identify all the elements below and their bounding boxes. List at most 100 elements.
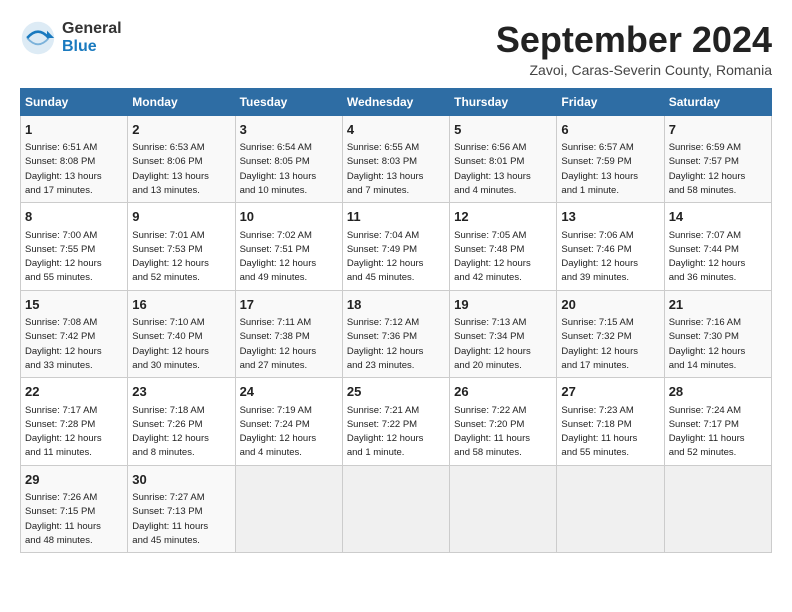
calendar-table: SundayMondayTuesdayWednesdayThursdayFrid… bbox=[20, 88, 772, 554]
day-number: 4 bbox=[347, 120, 445, 140]
cell-content: 10Sunrise: 7:02 AMSunset: 7:51 PMDayligh… bbox=[240, 207, 338, 286]
cell-line: and 58 minutes. bbox=[454, 446, 552, 460]
cell-line: Sunset: 8:06 PM bbox=[132, 155, 230, 169]
calendar-week-row: 15Sunrise: 7:08 AMSunset: 7:42 PMDayligh… bbox=[21, 290, 772, 378]
calendar-cell: 1Sunrise: 6:51 AMSunset: 8:08 PMDaylight… bbox=[21, 115, 128, 203]
cell-line: and 1 minute. bbox=[347, 446, 445, 460]
cell-line: Daylight: 11 hours bbox=[561, 432, 659, 446]
day-number: 23 bbox=[132, 382, 230, 402]
cell-content: 29Sunrise: 7:26 AMSunset: 7:15 PMDayligh… bbox=[25, 470, 123, 549]
cell-line: and 20 minutes. bbox=[454, 359, 552, 373]
logo: General Blue bbox=[20, 20, 122, 56]
cell-content: 11Sunrise: 7:04 AMSunset: 7:49 PMDayligh… bbox=[347, 207, 445, 286]
cell-line: Sunrise: 7:05 AM bbox=[454, 229, 552, 243]
cell-line: Sunset: 7:30 PM bbox=[669, 330, 767, 344]
calendar-cell: 21Sunrise: 7:16 AMSunset: 7:30 PMDayligh… bbox=[664, 290, 771, 378]
cell-line: Daylight: 12 hours bbox=[669, 257, 767, 271]
cell-line: and 42 minutes. bbox=[454, 271, 552, 285]
calendar-header: SundayMondayTuesdayWednesdayThursdayFrid… bbox=[21, 88, 772, 115]
cell-line: Daylight: 12 hours bbox=[669, 170, 767, 184]
logo-blue: Blue bbox=[62, 38, 122, 56]
calendar-cell: 19Sunrise: 7:13 AMSunset: 7:34 PMDayligh… bbox=[450, 290, 557, 378]
month-title: September 2024 bbox=[496, 20, 772, 60]
calendar-cell: 11Sunrise: 7:04 AMSunset: 7:49 PMDayligh… bbox=[342, 203, 449, 291]
cell-line: and 17 minutes. bbox=[561, 359, 659, 373]
cell-line: and 45 minutes. bbox=[132, 534, 230, 548]
cell-line: Sunset: 7:40 PM bbox=[132, 330, 230, 344]
calendar-cell: 16Sunrise: 7:10 AMSunset: 7:40 PMDayligh… bbox=[128, 290, 235, 378]
cell-line: Sunrise: 7:11 AM bbox=[240, 316, 338, 330]
calendar-cell: 15Sunrise: 7:08 AMSunset: 7:42 PMDayligh… bbox=[21, 290, 128, 378]
cell-line: Daylight: 11 hours bbox=[25, 520, 123, 534]
cell-line: Sunset: 7:24 PM bbox=[240, 418, 338, 432]
cell-line: Daylight: 12 hours bbox=[132, 432, 230, 446]
cell-line: Sunset: 7:42 PM bbox=[25, 330, 123, 344]
logo-general: General bbox=[62, 20, 122, 38]
day-number: 6 bbox=[561, 120, 659, 140]
day-number: 21 bbox=[669, 295, 767, 315]
header-day: Friday bbox=[557, 88, 664, 115]
cell-line: Daylight: 13 hours bbox=[25, 170, 123, 184]
cell-line: and 23 minutes. bbox=[347, 359, 445, 373]
calendar-cell bbox=[342, 465, 449, 553]
calendar-week-row: 1Sunrise: 6:51 AMSunset: 8:08 PMDaylight… bbox=[21, 115, 772, 203]
calendar-cell: 4Sunrise: 6:55 AMSunset: 8:03 PMDaylight… bbox=[342, 115, 449, 203]
cell-line: Sunrise: 7:02 AM bbox=[240, 229, 338, 243]
cell-line: Daylight: 12 hours bbox=[347, 257, 445, 271]
calendar-cell: 29Sunrise: 7:26 AMSunset: 7:15 PMDayligh… bbox=[21, 465, 128, 553]
cell-line: Sunrise: 7:06 AM bbox=[561, 229, 659, 243]
cell-content: 15Sunrise: 7:08 AMSunset: 7:42 PMDayligh… bbox=[25, 295, 123, 374]
day-number: 17 bbox=[240, 295, 338, 315]
day-number: 1 bbox=[25, 120, 123, 140]
cell-line: Sunrise: 6:51 AM bbox=[25, 141, 123, 155]
cell-line: Sunrise: 6:54 AM bbox=[240, 141, 338, 155]
calendar-cell: 6Sunrise: 6:57 AMSunset: 7:59 PMDaylight… bbox=[557, 115, 664, 203]
cell-line: Sunrise: 7:15 AM bbox=[561, 316, 659, 330]
cell-line: Sunset: 7:51 PM bbox=[240, 243, 338, 257]
cell-content: 16Sunrise: 7:10 AMSunset: 7:40 PMDayligh… bbox=[132, 295, 230, 374]
cell-content: 18Sunrise: 7:12 AMSunset: 7:36 PMDayligh… bbox=[347, 295, 445, 374]
day-number: 15 bbox=[25, 295, 123, 315]
cell-content: 13 Sunrise: 7:06 AMSunset: 7:46 PMDayligh… bbox=[561, 207, 659, 286]
cell-content: 28Sunrise: 7:24 AMSunset: 7:17 PMDayligh… bbox=[669, 382, 767, 461]
calendar-cell: 22Sunrise: 7:17 AMSunset: 7:28 PMDayligh… bbox=[21, 378, 128, 466]
calendar-cell: 3Sunrise: 6:54 AMSunset: 8:05 PMDaylight… bbox=[235, 115, 342, 203]
day-number: 13 bbox=[561, 207, 659, 227]
day-number: 29 bbox=[25, 470, 123, 490]
cell-line: and 33 minutes. bbox=[25, 359, 123, 373]
header-day: Monday bbox=[128, 88, 235, 115]
day-number: 26 bbox=[454, 382, 552, 402]
cell-line: Sunset: 7:46 PM bbox=[561, 243, 659, 257]
calendar-cell: 8Sunrise: 7:00 AMSunset: 7:55 PMDaylight… bbox=[21, 203, 128, 291]
day-number: 12 bbox=[454, 207, 552, 227]
cell-line: Daylight: 12 hours bbox=[454, 345, 552, 359]
cell-line: Daylight: 12 hours bbox=[561, 257, 659, 271]
calendar-cell: 7Sunrise: 6:59 AMSunset: 7:57 PMDaylight… bbox=[664, 115, 771, 203]
cell-content: 6Sunrise: 6:57 AMSunset: 7:59 PMDaylight… bbox=[561, 120, 659, 199]
calendar-cell: 27Sunrise: 7:23 AMSunset: 7:18 PMDayligh… bbox=[557, 378, 664, 466]
cell-line: and 55 minutes. bbox=[561, 446, 659, 460]
cell-line: Sunset: 7:28 PM bbox=[25, 418, 123, 432]
day-number: 10 bbox=[240, 207, 338, 227]
cell-line: Sunrise: 6:53 AM bbox=[132, 141, 230, 155]
cell-line: and 45 minutes. bbox=[347, 271, 445, 285]
cell-line: and 55 minutes. bbox=[25, 271, 123, 285]
cell-line: Sunrise: 7:04 AM bbox=[347, 229, 445, 243]
calendar-cell: 26Sunrise: 7:22 AMSunset: 7:20 PMDayligh… bbox=[450, 378, 557, 466]
cell-line: Sunset: 7:13 PM bbox=[132, 505, 230, 519]
calendar-cell: 17Sunrise: 7:11 AMSunset: 7:38 PMDayligh… bbox=[235, 290, 342, 378]
day-number: 24 bbox=[240, 382, 338, 402]
cell-content: 24Sunrise: 7:19 AMSunset: 7:24 PMDayligh… bbox=[240, 382, 338, 461]
cell-content: 8Sunrise: 7:00 AMSunset: 7:55 PMDaylight… bbox=[25, 207, 123, 286]
cell-line: Daylight: 12 hours bbox=[25, 432, 123, 446]
cell-line: Sunrise: 7:07 AM bbox=[669, 229, 767, 243]
cell-content: 3Sunrise: 6:54 AMSunset: 8:05 PMDaylight… bbox=[240, 120, 338, 199]
header-day: Saturday bbox=[664, 88, 771, 115]
header-day: Thursday bbox=[450, 88, 557, 115]
calendar-cell: 10Sunrise: 7:02 AMSunset: 7:51 PMDayligh… bbox=[235, 203, 342, 291]
cell-line: Sunrise: 7:23 AM bbox=[561, 404, 659, 418]
cell-content: 17Sunrise: 7:11 AMSunset: 7:38 PMDayligh… bbox=[240, 295, 338, 374]
day-number: 9 bbox=[132, 207, 230, 227]
cell-line: Sunset: 8:08 PM bbox=[25, 155, 123, 169]
cell-line: Sunset: 7:32 PM bbox=[561, 330, 659, 344]
